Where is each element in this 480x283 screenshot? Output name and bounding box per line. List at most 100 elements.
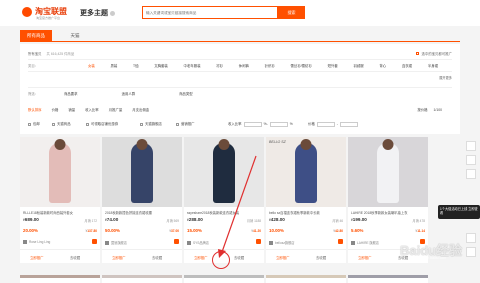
category-item[interactable]: 中老年服装 (184, 63, 201, 68)
next-row-card[interactable] (20, 275, 100, 283)
filter-rate-range[interactable]: 收入比率 %-% (228, 121, 293, 127)
view-selector[interactable]: 按价格 (417, 107, 427, 112)
toolbar-button[interactable] (466, 141, 476, 151)
product-title[interactable]: bello sz百褶连衣裙秋季新款中长款 (269, 210, 343, 215)
more-topics-button[interactable]: 更多主题 (80, 8, 115, 18)
promote-button[interactable]: 立即推广 (194, 255, 208, 260)
filter-marketing[interactable]: 营销推广 (176, 121, 195, 126)
checkbox-icon (86, 122, 89, 126)
category-label: 类目： (28, 64, 39, 68)
rate-max-input[interactable] (269, 121, 288, 127)
category-item[interactable]: 羽绒服 (353, 63, 363, 68)
promote-button[interactable]: 立即推广 (30, 255, 44, 260)
filter-coupon[interactable]: 可领取店铺优惠券 (86, 121, 118, 126)
promote-button[interactable]: 立即推广 (358, 255, 372, 260)
logo[interactable]: 淘宝联盟 淘宝官方推广平台 (22, 6, 67, 20)
breadcrumb-root[interactable]: 所有宝贝 (28, 52, 42, 56)
category-item[interactable]: 半身裙 (428, 63, 438, 68)
sort-monthly-comm[interactable]: 月支出佣金 (132, 107, 149, 112)
tab-tmall[interactable]: 天猫 (64, 30, 86, 42)
shop-name[interactable]: SYS品牌店 (187, 240, 209, 246)
product-image[interactable] (184, 137, 264, 207)
product-image[interactable] (348, 137, 428, 207)
logo-icon (22, 6, 32, 17)
search-box[interactable] (142, 6, 278, 19)
taobao-icon (256, 239, 261, 244)
annotation-circle (212, 251, 230, 269)
search-input[interactable] (146, 8, 276, 17)
category-item[interactable]: 背心 (379, 63, 386, 68)
sort-default[interactable]: 默认排序 (28, 107, 42, 112)
promote-all-link[interactable]: 选中的宝贝都可推广 (416, 51, 452, 56)
collect-button[interactable]: 去收藏 (70, 255, 80, 260)
category-item[interactable]: 短外套 (328, 63, 338, 68)
model-figure (213, 143, 235, 203)
rate-min-input[interactable] (243, 121, 262, 127)
filter-free-ship[interactable]: 包邮 (28, 121, 40, 126)
product-card[interactable]: RLLLE18秋装新款时尚西装外套女 ¥689.00 月销 172 20.00%… (20, 137, 100, 263)
dropdown-audience[interactable]: 适用人群 (122, 91, 136, 96)
category-item[interactable]: 休闲裤 (239, 63, 249, 68)
taobao-icon (174, 239, 179, 244)
filter-flagship[interactable]: 天猫旗舰店 (140, 121, 162, 126)
product-image[interactable] (102, 137, 182, 207)
product-card[interactable]: ssyeshare2018秋装新款连衣裙女装 ¥288.00 月销 1188 1… (184, 137, 264, 263)
promote-button[interactable]: 立即推广 (276, 255, 290, 260)
next-row-card[interactable] (348, 275, 428, 283)
toolbar-button[interactable] (466, 155, 476, 165)
model-head (218, 139, 230, 150)
category-item[interactable]: 女装 (88, 63, 95, 68)
commission-rate: 10.00% (269, 228, 284, 233)
shop-name[interactable]: Rose Ling Ling (23, 240, 50, 245)
model-head (54, 139, 66, 150)
product-card[interactable]: 2018秋新款撞色拼接连衣裙收腰 ¥74.00 月销 569 50.00% ¥3… (102, 137, 182, 263)
promote-button[interactable]: 立即推广 (112, 255, 126, 260)
promo-overlay[interactable]: 1个大促活动已上线 立即查看 (438, 205, 480, 219)
taobao-icon (338, 239, 343, 244)
next-row-card[interactable] (184, 275, 264, 283)
expand-more-button[interactable]: 展开更多 (439, 75, 452, 80)
sort-rate[interactable]: 收入比率 (85, 107, 99, 112)
filter-price-range[interactable]: 价格 - (308, 121, 360, 127)
sort-panel: 默认排序 价格 销量 收入比率 月推广量 月支出佣金 按价格 1/100 包邮 … (20, 102, 460, 134)
category-item[interactable]: 文胸套装 (154, 63, 168, 68)
category-item[interactable]: 蕾丝衫/雪纺衫 (291, 63, 312, 68)
info-icon (110, 10, 115, 16)
collect-button[interactable]: 去收藏 (316, 255, 326, 260)
price-max-input[interactable] (339, 121, 358, 127)
product-image[interactable]: BELLO SZ (266, 137, 346, 207)
sort-monthly-promo[interactable]: 月推广量 (109, 107, 123, 112)
product-title[interactable]: RLLLE18秋装新款时尚西装外套女 (23, 210, 97, 215)
product-title[interactable]: ssyeshare2018秋装新款连衣裙女装 (187, 210, 261, 215)
tab-all[interactable]: 所有商品 (20, 30, 52, 42)
product-card[interactable]: BELLO SZ bello sz百褶连衣裙秋季新款中长款 ¥428.00 月销… (266, 137, 346, 263)
search-button[interactable]: 搜索 (278, 6, 305, 19)
dropdown-requirement[interactable]: 商品要求 (64, 91, 78, 96)
next-row-card[interactable] (266, 275, 346, 283)
shop-name[interactable]: 茵曼旗舰店 (105, 240, 127, 246)
price-min-input[interactable] (316, 121, 335, 127)
category-item[interactable]: 针织衫 (265, 63, 275, 68)
product-image[interactable] (20, 137, 100, 207)
product-title[interactable]: 2018秋新款撞色拼接连衣裙收腰 (105, 210, 179, 215)
next-row-card[interactable] (102, 275, 182, 283)
shop-name[interactable]: bellosz旗舰店 (269, 240, 294, 246)
category-item[interactable]: 衬衫 (216, 63, 223, 68)
toolbar-button[interactable] (466, 233, 476, 243)
product-title[interactable]: LAHIRE 2018秋季新款女装喇叭袖上衣 (351, 210, 425, 215)
sort-sales[interactable]: 销量 (68, 107, 75, 112)
card-actions: 立即推广 去收藏 (266, 249, 346, 263)
filter-tmall[interactable]: 天猫商品 (52, 121, 71, 126)
collect-button[interactable]: 去收藏 (234, 255, 244, 260)
category-item[interactable]: 男装 (111, 63, 118, 68)
category-item[interactable]: T恤 (133, 63, 138, 68)
shop-name[interactable]: LAHIRE 旗舰店 (351, 240, 379, 246)
product-sales: 月销 569 (166, 219, 179, 223)
dropdown-list: 商品要求 适用人群 商品类型 (64, 91, 237, 96)
dropdown-type[interactable]: 商品类型 (179, 91, 193, 96)
toolbar-button[interactable] (466, 247, 476, 257)
sort-price[interactable]: 价格 (52, 107, 59, 112)
toolbar-button[interactable] (466, 169, 476, 179)
collect-button[interactable]: 去收藏 (152, 255, 162, 260)
category-item[interactable]: 连衣裙 (402, 63, 412, 68)
